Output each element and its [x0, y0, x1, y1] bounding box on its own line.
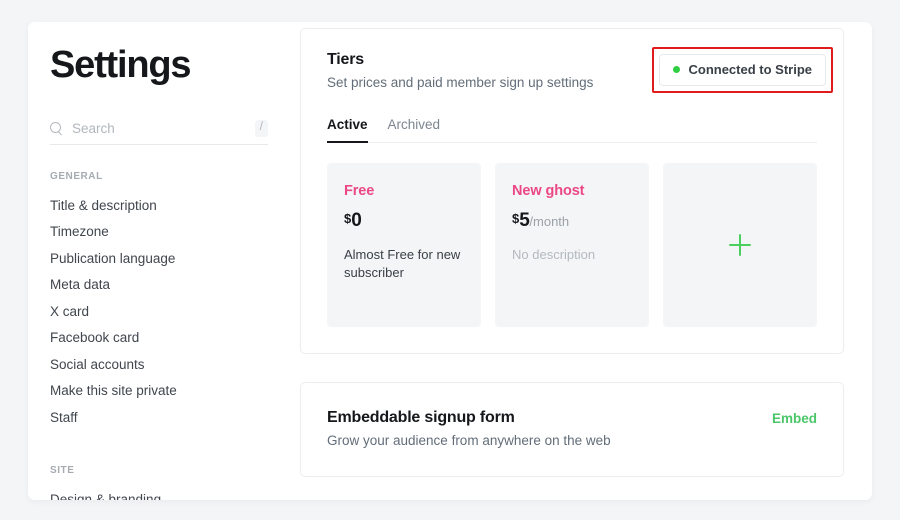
- tier-card-new-ghost[interactable]: New ghost $5/month No description: [495, 163, 649, 327]
- sidebar-item-staff[interactable]: Staff: [50, 405, 268, 432]
- page-title: Settings: [50, 44, 192, 86]
- nav-group-label-site: SITE: [50, 465, 75, 477]
- connected-to-stripe-button[interactable]: Connected to Stripe: [659, 54, 826, 86]
- tier-price: $0: [344, 211, 464, 230]
- search-icon: [50, 122, 63, 135]
- search-shortcut-key: /: [254, 120, 268, 138]
- settings-sidebar: Settings / GENERAL Title & description T…: [28, 22, 290, 500]
- sidebar-item-make-site-private[interactable]: Make this site private: [50, 378, 268, 405]
- embed-text-block: Embeddable signup form Grow your audienc…: [327, 409, 611, 448]
- settings-main: Tiers Set prices and paid member sign up…: [290, 22, 872, 500]
- tier-amount: 0: [351, 210, 362, 231]
- search-input[interactable]: [72, 121, 255, 137]
- sidebar-item-publication-language[interactable]: Publication language: [50, 246, 268, 273]
- sidebar-item-social-accounts[interactable]: Social accounts: [50, 352, 268, 379]
- search-box[interactable]: /: [50, 114, 268, 145]
- sidebar-item-facebook-card[interactable]: Facebook card: [50, 325, 268, 352]
- app-root: Settings / GENERAL Title & description T…: [0, 0, 900, 520]
- tier-description: No description: [512, 247, 596, 262]
- tiers-card: Tiers Set prices and paid member sign up…: [300, 28, 844, 354]
- tiers-tabs: Active Archived: [327, 116, 817, 143]
- status-dot-icon: [673, 66, 681, 73]
- sidebar-item-title-description[interactable]: Title & description: [50, 193, 268, 220]
- plus-icon: [729, 234, 751, 256]
- tier-amount: 5: [519, 210, 530, 231]
- stripe-status-highlight: Connected to Stripe: [652, 47, 833, 93]
- tier-grid: Free $0 Almost Free for new subscriber N…: [327, 163, 817, 327]
- tier-card-free[interactable]: Free $0 Almost Free for new subscriber: [327, 163, 481, 327]
- sidebar-item-x-card[interactable]: X card: [50, 299, 268, 326]
- tier-name: Free: [344, 183, 375, 199]
- sidebar-item-meta-data[interactable]: Meta data: [50, 272, 268, 299]
- tier-description: Almost Free for new subscriber: [344, 247, 461, 281]
- tab-active[interactable]: Active: [327, 117, 368, 143]
- tier-price: $5/month: [512, 211, 632, 230]
- tier-period: /month: [529, 214, 570, 229]
- nav-group-label-general: GENERAL: [50, 170, 103, 182]
- embeddable-signup-form-card: Embeddable signup form Grow your audienc…: [300, 382, 844, 477]
- sidebar-item-timezone[interactable]: Timezone: [50, 219, 268, 246]
- nav-group-site: SITE Design & branding: [50, 465, 268, 500]
- embed-button[interactable]: Embed: [772, 411, 817, 426]
- sidebar-item-design-branding[interactable]: Design & branding: [50, 487, 268, 500]
- embed-title: Embeddable signup form: [327, 409, 515, 426]
- add-tier-button[interactable]: [663, 163, 817, 327]
- settings-panel: Settings / GENERAL Title & description T…: [28, 22, 872, 500]
- tab-archived[interactable]: Archived: [388, 117, 441, 143]
- tier-name: New ghost: [512, 183, 585, 199]
- nav-group-general: GENERAL Title & description Timezone Pub…: [50, 171, 268, 432]
- connected-to-stripe-label: Connected to Stripe: [688, 62, 812, 77]
- embed-subtitle: Grow your audience from anywhere on the …: [327, 433, 611, 448]
